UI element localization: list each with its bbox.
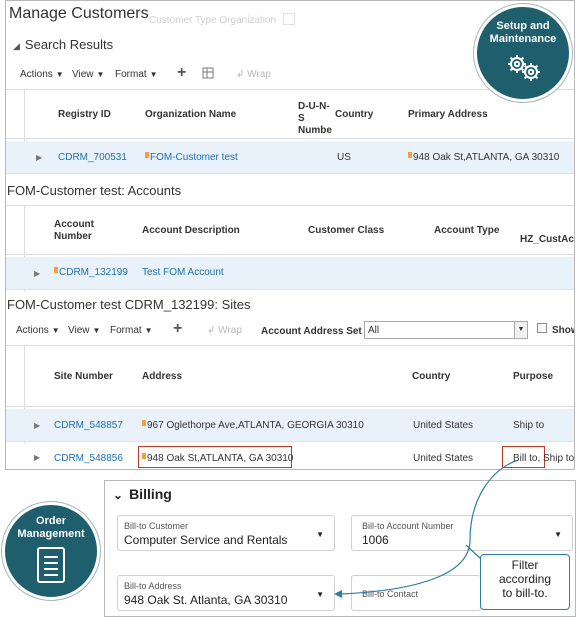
chevron-down-icon: ⌄ <box>113 488 124 502</box>
order-management-badge: Order Management <box>2 502 100 600</box>
setup-and-maintenance-badge: Setup and Maintenance <box>474 4 572 102</box>
account-number-link[interactable]: CDRM_132199 <box>54 267 128 278</box>
wrap-button[interactable]: ↲ Wrap <box>236 69 271 80</box>
country-cell: US <box>337 152 351 163</box>
expand-row-icon[interactable]: ▶ <box>34 421 40 430</box>
sites-title: FOM-Customer test CDRM_132199: Sites <box>7 297 251 312</box>
col-account-description[interactable]: Account Description <box>142 225 240 237</box>
col-address[interactable]: Address <box>142 371 182 383</box>
gears-icon <box>477 52 569 89</box>
col-organization-name[interactable]: Organization Name <box>145 109 236 121</box>
bill-to-address-value: 948 Oak St. Atlanta, GA 30310 <box>124 593 288 607</box>
setup-badge-line2: Maintenance <box>489 33 557 45</box>
col-duns-number[interactable]: D-U-N-S Number <box>298 101 332 137</box>
format-menu[interactable]: Format ▼ <box>115 69 158 80</box>
registry-id-link[interactable]: CDRM_700531 <box>58 152 127 163</box>
wrap-icon: ↲ <box>207 325 219 336</box>
add-icon[interactable]: + <box>177 64 186 82</box>
account-address-set-label: Account Address Set <box>261 326 362 337</box>
bill-to-account-number-field[interactable]: Bill-to Account Number 1006 ▼ <box>351 515 573 551</box>
order-badge-line2: Management <box>17 528 85 540</box>
account-description-link[interactable]: Test FOM Account <box>142 267 224 278</box>
accounts-title: FOM-Customer test: Accounts <box>7 183 182 198</box>
wrap-icon: ↲ <box>236 69 248 80</box>
flag-icon <box>142 420 146 426</box>
chevron-down-icon[interactable]: ▼ <box>514 322 527 338</box>
search-results-title: Search Results <box>24 37 114 52</box>
search-results-header[interactable]: ◢ Search Results <box>13 37 113 52</box>
country-cell: United States <box>413 420 474 431</box>
freeze-icon[interactable] <box>202 66 214 79</box>
filter-callout: Filter according to bill-to. <box>480 554 570 610</box>
chevron-down-icon: ▼ <box>316 590 324 599</box>
flag-icon <box>145 152 149 158</box>
bill-to-customer-field[interactable]: Bill-to Customer Computer Service and Re… <box>117 515 335 551</box>
expand-row-icon[interactable]: ▶ <box>34 453 40 462</box>
expand-row-icon[interactable]: ▶ <box>36 153 42 162</box>
add-icon[interactable]: + <box>173 320 182 338</box>
show-label: Show <box>552 325 574 336</box>
flag-icon <box>408 152 412 158</box>
address-cell: 948 Oak St,ATLANTA, GA 30310 <box>142 453 293 464</box>
col-site-number[interactable]: Site Number <box>54 371 113 383</box>
bill-to-contact-label: Bill-to Contact <box>362 589 419 599</box>
callout-line1: Filter <box>511 558 539 572</box>
customer-type-ghost-label: Customer Type Organization <box>149 15 277 26</box>
collapse-icon[interactable]: ◢ <box>13 41 20 51</box>
wrap-button[interactable]: ↲ Wrap <box>207 325 242 336</box>
callout-line3: to bill-to. <box>502 586 548 600</box>
col-account-type[interactable]: Account Type <box>434 225 499 237</box>
purpose-cell: Ship to <box>513 420 545 431</box>
billing-title: Billing <box>129 486 172 502</box>
account-address-set-value: All <box>368 325 380 336</box>
format-menu[interactable]: Format ▼ <box>110 325 153 336</box>
chevron-down-icon: ▼ <box>554 530 562 539</box>
bill-to-account-number-value: 1006 <box>362 533 389 547</box>
page-title: Manage Customers <box>9 5 149 22</box>
view-menu[interactable]: View ▼ <box>68 325 100 336</box>
col-country[interactable]: Country <box>412 371 450 383</box>
bill-to-account-number-label: Bill-to Account Number <box>362 521 454 531</box>
purpose-cell: Bill to, Ship to <box>513 453 575 464</box>
country-cell: United States <box>413 453 474 464</box>
bill-to-customer-value: Computer Service and Rentals <box>124 533 288 547</box>
billing-header[interactable]: ⌄ Billing <box>113 486 172 502</box>
setup-badge-line1: Setup and <box>496 20 550 32</box>
site-number-link[interactable]: CDRM_548857 <box>54 420 123 431</box>
primary-address-cell: 948 Oak St,ATLANTA, GA 30310 <box>408 152 559 163</box>
chevron-down-icon: ▼ <box>316 530 324 539</box>
col-customer-class[interactable]: Customer Class <box>308 225 384 237</box>
document-icon <box>5 546 97 589</box>
col-hz-custac[interactable]: HZ_CustAc <box>520 234 574 246</box>
show-checkbox[interactable] <box>537 323 547 333</box>
col-primary-address[interactable]: Primary Address <box>408 109 488 121</box>
bill-to-address-field[interactable]: Bill-to Address 948 Oak St. Atlanta, GA … <box>117 575 335 611</box>
address-cell: 967 Oglethorpe Ave,ATLANTA, GEORGIA 3031… <box>142 420 364 431</box>
ghost-dropdown <box>283 13 295 25</box>
flag-icon <box>142 453 146 459</box>
callout-line2: according <box>498 572 552 586</box>
bill-to-customer-label: Bill-to Customer <box>124 521 189 531</box>
col-account-number[interactable]: Account Number <box>54 219 114 243</box>
site-number-link[interactable]: CDRM_548856 <box>54 453 123 464</box>
col-purpose[interactable]: Purpose <box>513 371 553 383</box>
col-country[interactable]: Country <box>335 109 373 121</box>
col-registry-id[interactable]: Registry ID <box>58 109 111 121</box>
bill-to-address-label: Bill-to Address <box>124 581 182 591</box>
account-address-set-select[interactable]: All ▼ <box>364 321 528 339</box>
organization-name-link[interactable]: FOM-Customer test <box>145 152 238 163</box>
flag-icon <box>54 267 58 273</box>
view-menu[interactable]: View ▼ <box>72 69 104 80</box>
order-badge-line1: Order <box>36 515 66 527</box>
actions-menu[interactable]: Actions ▼ <box>20 69 64 80</box>
actions-menu[interactable]: Actions ▼ <box>16 325 60 336</box>
expand-row-icon[interactable]: ▶ <box>34 269 40 278</box>
bill-to-contact-field[interactable]: Bill-to Contact <box>351 575 481 611</box>
